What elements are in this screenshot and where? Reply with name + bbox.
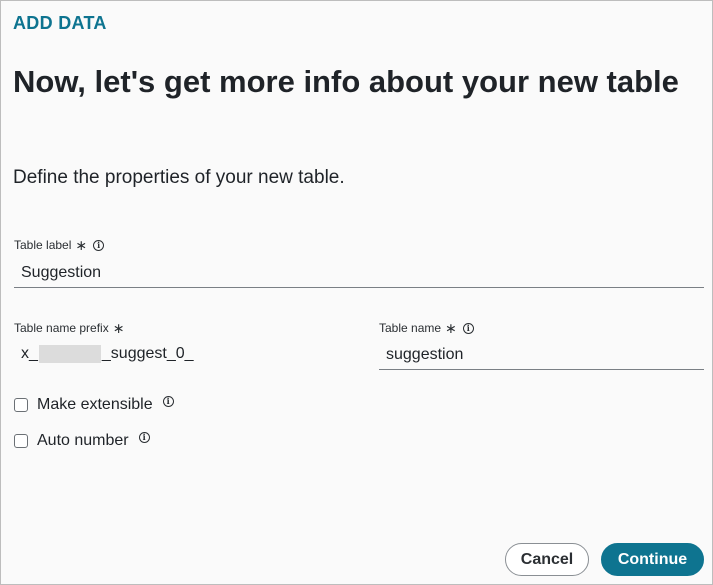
page-title: Now, let's get more info about your new … [13, 64, 679, 99]
asterisk-icon: ∗ [445, 320, 457, 336]
redacted-scope [38, 345, 101, 363]
make-extensible-checkbox[interactable] [14, 398, 28, 412]
info-icon[interactable]: i [138, 431, 150, 443]
table-name-input[interactable] [379, 340, 704, 370]
asterisk-icon: ∗ [75, 237, 88, 253]
asterisk-icon: ∗ [112, 320, 125, 336]
eyebrow-label: ADD DATA [13, 13, 107, 33]
info-icon[interactable]: i [162, 395, 174, 407]
table-name-field-label: Table name ∗ i [379, 321, 474, 335]
cancel-button[interactable]: Cancel [505, 543, 589, 576]
make-extensible-label[interactable]: Make extensible [37, 396, 153, 414]
table-label-field-label: Table label ∗ i [14, 237, 105, 253]
prefix-start-text: x_ [21, 345, 38, 362]
info-icon[interactable]: i [93, 239, 105, 251]
continue-button[interactable]: Continue [601, 543, 704, 576]
table-label-label-text: Table label [14, 238, 72, 252]
table-name-prefix-value: x_ _suggest_0_ [21, 345, 194, 363]
table-name-prefix-field-label: Table name prefix ∗ [14, 321, 124, 335]
table-name-prefix-label-text: Table name prefix [14, 321, 109, 335]
table-name-label-text: Table name [379, 321, 442, 335]
table-label-input[interactable] [14, 258, 704, 288]
auto-number-option[interactable]: Auto number i [14, 431, 150, 450]
page-subtitle: Define the properties of your new table. [13, 167, 345, 188]
auto-number-checkbox[interactable] [14, 434, 28, 448]
auto-number-label[interactable]: Auto number [37, 432, 129, 450]
info-icon[interactable]: i [462, 322, 474, 334]
add-data-dialog: ADD DATA Now, let's get more info about … [0, 0, 713, 585]
prefix-end-text: _suggest_0_ [101, 345, 194, 362]
make-extensible-option[interactable]: Make extensible i [14, 395, 174, 414]
